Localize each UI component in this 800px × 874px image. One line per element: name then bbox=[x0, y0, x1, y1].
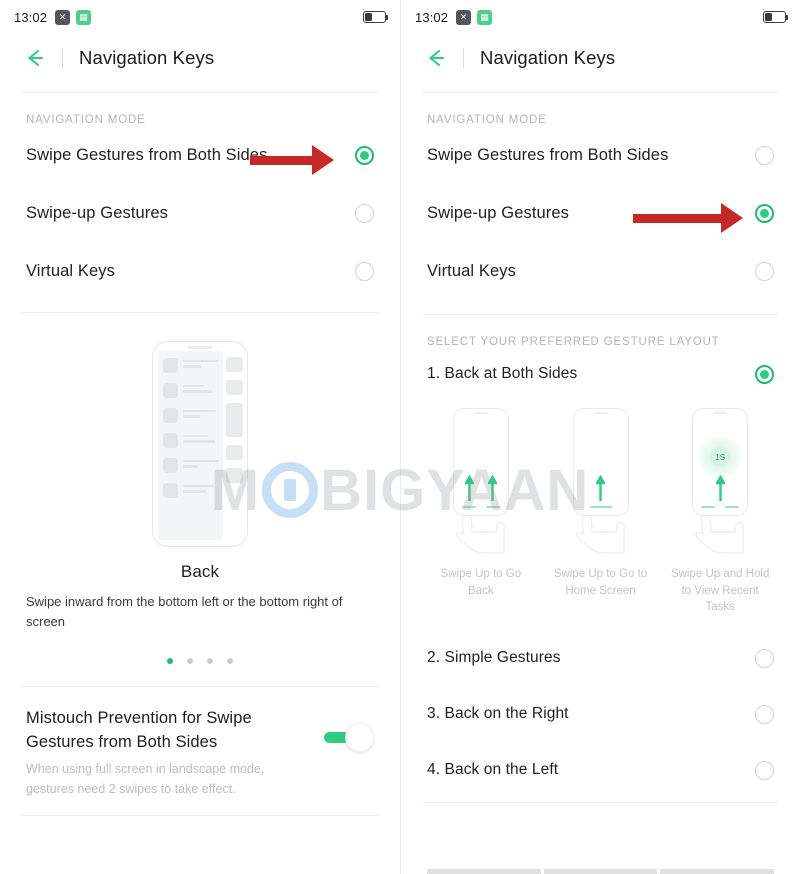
radio-swipe-up-gestures[interactable] bbox=[755, 203, 774, 223]
radio-swipe-gestures-both-sides[interactable] bbox=[755, 145, 774, 165]
segment-item[interactable] bbox=[427, 869, 541, 874]
layout-row-simple-gestures[interactable]: 2. Simple Gestures bbox=[401, 630, 800, 686]
pager-dot[interactable] bbox=[167, 658, 173, 665]
gesture-card-swipe-up-home[interactable]: Swipe Up to Go to Home Screen bbox=[543, 408, 659, 616]
option-row-virtual-keys[interactable]: Virtual Keys bbox=[0, 242, 400, 300]
option-row-swipe-up-gestures[interactable]: Swipe-up Gestures bbox=[401, 184, 800, 242]
hold-duration-label: 1S bbox=[710, 447, 731, 467]
hold-duration-badge: 1S bbox=[698, 435, 743, 479]
layout-label: 2. Simple Gestures bbox=[427, 649, 561, 667]
status-bar: 13:02 ✕ ▦ bbox=[401, 0, 800, 34]
radio-swipe-up-gestures[interactable] bbox=[355, 203, 374, 223]
back-arrow-icon[interactable] bbox=[22, 45, 48, 71]
gesture-card-caption: Swipe Up to Go Back bbox=[440, 568, 522, 597]
section-label-navigation-mode: NAVIGATION MODE bbox=[427, 114, 547, 126]
close-badge-icon: ✕ bbox=[456, 9, 472, 25]
pager-dot[interactable] bbox=[207, 658, 213, 665]
radio-virtual-keys[interactable] bbox=[755, 261, 774, 281]
divider-below-toggle bbox=[22, 814, 378, 816]
radio-back-on-the-right[interactable] bbox=[755, 704, 774, 724]
app-bar-divider bbox=[463, 48, 464, 68]
mistouch-prevention-row[interactable]: Mistouch Prevention for Swipe Gestures f… bbox=[0, 687, 400, 799]
gesture-card-caption: Swipe Up to Go to Home Screen bbox=[553, 568, 648, 597]
app-bar-divider bbox=[62, 48, 63, 68]
right-phone-screen: 13:02 ✕ ▦ Navigation Keys NAVIGATION MOD… bbox=[400, 0, 800, 874]
option-label: Virtual Keys bbox=[26, 261, 115, 280]
layout-label: 3. Back on the Right bbox=[427, 705, 569, 723]
segment-item[interactable] bbox=[660, 869, 775, 874]
phone-back-gesture-illustration bbox=[0, 331, 400, 556]
radio-back-on-the-left[interactable] bbox=[755, 760, 774, 780]
close-badge-icon: ✕ bbox=[55, 9, 71, 25]
battery-low-icon bbox=[763, 11, 789, 23]
page-title: Navigation Keys bbox=[79, 47, 215, 68]
layout-row-back-at-both-sides[interactable]: 1. Back at Both Sides bbox=[401, 348, 800, 400]
option-label: Swipe Gestures from Both Sides bbox=[427, 145, 669, 164]
gesture-preview-cards: Swipe Up to Go Back Swipe Up to Go to Ho… bbox=[401, 400, 800, 616]
radio-swipe-gestures-both-sides[interactable] bbox=[355, 145, 374, 165]
layout-label: 4. Back on the Left bbox=[427, 761, 559, 779]
status-bar: 13:02 ✕ ▦ bbox=[0, 0, 400, 34]
section-label-gesture-layout: SELECT YOUR PREFERRED GESTURE LAYOUT bbox=[427, 336, 720, 348]
mini-phone-illustration bbox=[572, 408, 629, 516]
dual-screenshot-comparison: 13:02 ✕ ▦ Navigation Keys NAVIGATION MOD… bbox=[0, 0, 800, 874]
pager-dot[interactable] bbox=[227, 658, 233, 665]
option-label: Swipe-up Gestures bbox=[427, 203, 570, 222]
status-bar-notification-icons: ✕ ▦ bbox=[456, 9, 493, 25]
layout-label: 1. Back at Both Sides bbox=[427, 365, 578, 382]
option-label: Swipe-up Gestures bbox=[26, 203, 169, 222]
mini-phone-illustration: 1S bbox=[692, 408, 749, 516]
app-bar: Navigation Keys bbox=[0, 34, 400, 82]
calculator-icon: ▦ bbox=[76, 9, 92, 25]
calculator-icon: ▦ bbox=[477, 9, 493, 25]
option-row-swipe-gestures-both-sides[interactable]: Swipe Gestures from Both Sides bbox=[401, 126, 800, 184]
option-row-swipe-up-gestures[interactable]: Swipe-up Gestures bbox=[0, 184, 400, 242]
illustration-caption-title: Back bbox=[180, 562, 220, 581]
bottom-segmented-control[interactable] bbox=[401, 869, 800, 874]
pager-dots[interactable] bbox=[0, 658, 400, 665]
divider-above-illustration bbox=[22, 312, 378, 313]
mistouch-prevention-toggle[interactable] bbox=[324, 723, 374, 753]
hand-pointing-icon bbox=[693, 509, 747, 559]
page-title: Navigation Keys bbox=[480, 47, 616, 68]
option-row-virtual-keys[interactable]: Virtual Keys bbox=[401, 242, 800, 300]
battery-low-icon bbox=[363, 11, 389, 23]
radio-back-at-both-sides[interactable] bbox=[755, 364, 774, 384]
radio-simple-gestures[interactable] bbox=[755, 648, 774, 668]
layout-row-back-on-the-left[interactable]: 4. Back on the Left bbox=[401, 742, 800, 798]
gesture-card-swipe-up-back[interactable]: Swipe Up to Go Back bbox=[423, 408, 539, 616]
gesture-card-swipe-up-hold-recents[interactable]: 1S Swipe Up and Hold to View Recent Task… bbox=[662, 408, 778, 616]
gesture-card-caption: Swipe Up and Hold to View Recent Tasks bbox=[670, 568, 770, 614]
section-label-navigation-mode: NAVIGATION MODE bbox=[26, 114, 146, 126]
mini-phone-illustration bbox=[452, 408, 509, 516]
mistouch-prevention-title: Mistouch Prevention for Swipe Gestures f… bbox=[26, 709, 252, 751]
status-bar-clock: 13:02 bbox=[14, 9, 48, 25]
hand-pointing-icon bbox=[574, 509, 628, 559]
back-arrow-icon[interactable] bbox=[423, 45, 449, 71]
layout-row-back-on-the-right[interactable]: 3. Back on the Right bbox=[401, 686, 800, 742]
illustration-caption-description: Swipe inward from the bottom left or the… bbox=[26, 594, 343, 630]
divider-below-layouts bbox=[423, 802, 778, 804]
mistouch-prevention-subtitle: When using full screen in landscape mode… bbox=[26, 762, 265, 796]
status-bar-clock: 13:02 bbox=[415, 9, 449, 25]
left-phone-screen: 13:02 ✕ ▦ Navigation Keys NAVIGATION MOD… bbox=[0, 0, 400, 874]
pager-dot[interactable] bbox=[187, 658, 193, 665]
option-label: Swipe Gestures from Both Sides bbox=[26, 145, 268, 164]
app-bar: Navigation Keys bbox=[401, 34, 800, 82]
option-label: Virtual Keys bbox=[427, 261, 516, 280]
radio-virtual-keys[interactable] bbox=[355, 261, 374, 281]
hand-pointing-icon bbox=[454, 509, 508, 559]
status-bar-notification-icons: ✕ ▦ bbox=[55, 9, 92, 25]
option-row-swipe-gestures-both-sides[interactable]: Swipe Gestures from Both Sides bbox=[0, 126, 400, 184]
segment-item[interactable] bbox=[543, 869, 658, 874]
